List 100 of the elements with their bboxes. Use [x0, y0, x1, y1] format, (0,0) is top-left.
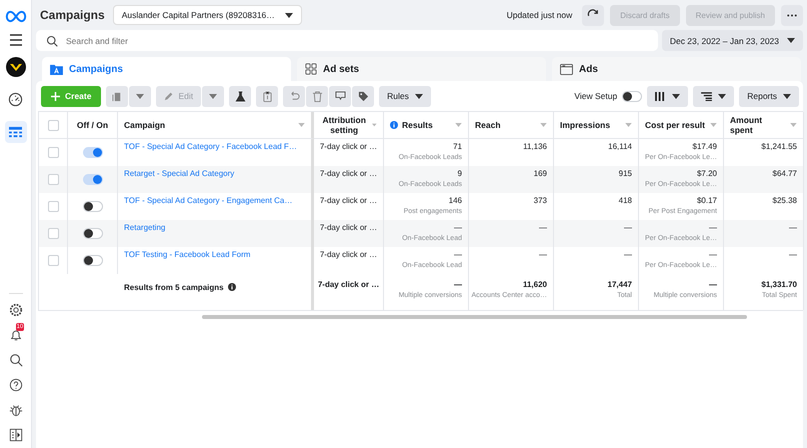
- column-header[interactable]: Reach: [469, 112, 554, 139]
- search-icon: [46, 35, 58, 47]
- caret-icon: [284, 12, 293, 18]
- column-header[interactable]: Impressions: [554, 112, 639, 139]
- update-status: Updated just now: [506, 10, 572, 20]
- table-cell: —: [454, 223, 462, 232]
- scrollbar-thumb[interactable]: [202, 315, 747, 319]
- table-cell: 7-day click or …: [320, 142, 378, 151]
- table-icon: [8, 126, 23, 138]
- row-checkbox[interactable]: [48, 228, 58, 239]
- tab[interactable]: Ads: [552, 57, 801, 81]
- window-icon: [560, 64, 573, 74]
- column-header[interactable]: Attribution setting: [314, 112, 384, 139]
- pencil-icon: [164, 91, 174, 101]
- table-cell: $1,331.70: [761, 280, 797, 289]
- table-cell: 9: [458, 169, 462, 178]
- logo-avatar-icon[interactable]: [6, 57, 26, 77]
- table-cell: 169: [534, 169, 547, 178]
- table-cell: 373: [534, 196, 547, 205]
- flask-icon: [234, 90, 246, 102]
- clipboard-button[interactable]: [256, 86, 278, 106]
- columns-icon: [655, 92, 666, 100]
- rules-button[interactable]: Rules: [379, 86, 431, 106]
- more-icon: [787, 14, 797, 16]
- campaign-link[interactable]: TOF Testing - Facebook Lead Form: [124, 250, 250, 259]
- campaign-toggle[interactable]: [82, 201, 102, 212]
- gauge-icon: [8, 92, 23, 106]
- account-dropdown[interactable]: Auslander Capital Partners (89208316…: [112, 5, 302, 25]
- delete-button[interactable]: [306, 86, 328, 106]
- table-cell: —: [454, 280, 462, 289]
- column-header[interactable]: Cost per result: [639, 112, 724, 139]
- tag-icon: [358, 90, 369, 102]
- column-header[interactable]: Off / On: [68, 112, 118, 139]
- duplicate-button[interactable]: [106, 86, 128, 106]
- row-checkbox[interactable]: [48, 255, 58, 266]
- table-cell: —: [454, 250, 462, 259]
- help-icon[interactable]: [8, 378, 22, 392]
- caret-icon: [136, 94, 144, 98]
- folder-icon: [50, 64, 63, 74]
- tag-button[interactable]: [352, 86, 374, 106]
- sort-caret-icon: [455, 123, 462, 127]
- table-cell: $0.17: [696, 196, 717, 205]
- campaign-toggle[interactable]: [82, 255, 102, 266]
- sort-caret-icon: [710, 123, 717, 127]
- dropdown-button[interactable]: [129, 86, 152, 106]
- campaign-toggle[interactable]: [82, 228, 102, 239]
- sort-caret-icon: [790, 123, 797, 127]
- breakdown-icon: [701, 92, 712, 100]
- settings-icon[interactable]: [8, 303, 22, 317]
- table-cell: 11,136: [523, 142, 547, 151]
- search-field[interactable]: Search and filter: [36, 30, 658, 51]
- table-cell: 915: [618, 169, 632, 178]
- select-all-checkbox[interactable]: [48, 120, 58, 130]
- column-header[interactable]: Campaign: [118, 112, 314, 139]
- page-title: Campaigns: [40, 8, 105, 22]
- campaign-link[interactable]: TOF - Special Ad Category - Facebook Lead F…: [124, 142, 297, 151]
- infinity-logo-icon[interactable]: [4, 10, 26, 23]
- date-range-picker[interactable]: Dec 23, 2022 – Jan 23, 2023: [662, 30, 803, 51]
- campaign-link[interactable]: Retarget - Special Ad Category: [124, 169, 234, 178]
- summary-label: Results from 5 campaigns: [124, 282, 224, 292]
- caret-icon: [787, 38, 795, 43]
- campaign-link[interactable]: TOF - Special Ad Category - Engagement Ca…: [124, 196, 292, 205]
- breakdown-button[interactable]: [693, 86, 734, 106]
- row-checkbox[interactable]: [48, 201, 58, 212]
- table-cell: 71: [453, 142, 462, 151]
- table-cell: 7-day click or …: [318, 280, 380, 289]
- table-cell: 11,620: [522, 280, 547, 289]
- table-cell: —: [709, 223, 717, 232]
- flask-button[interactable]: [229, 86, 252, 106]
- dropdown-button[interactable]: [202, 86, 224, 106]
- column-header[interactable]: Results: [384, 112, 469, 139]
- row-checkbox[interactable]: [48, 147, 58, 158]
- preview-button[interactable]: [329, 86, 352, 106]
- reports-button[interactable]: Reports: [739, 86, 799, 106]
- info-icon: [228, 283, 236, 291]
- table-cell: 7-day click or …: [320, 223, 378, 232]
- sort-caret-icon: [298, 123, 305, 127]
- tab[interactable]: Campaigns: [42, 57, 291, 81]
- table-cell: $17.49: [692, 142, 717, 151]
- tab[interactable]: Ad sets: [297, 57, 546, 81]
- column-header[interactable]: Amount spent: [724, 112, 804, 139]
- campaign-link[interactable]: Retargeting: [124, 223, 166, 232]
- view-setup-toggle[interactable]: [622, 90, 642, 102]
- campaign-toggle[interactable]: [82, 147, 102, 158]
- search-icon[interactable]: [8, 353, 22, 367]
- nav-item[interactable]: [4, 121, 26, 143]
- bell-icon[interactable]: [8, 328, 22, 342]
- refresh-button[interactable]: [582, 4, 604, 26]
- sort-caret-icon: [372, 123, 377, 127]
- undo-button[interactable]: [283, 86, 306, 106]
- bug-icon[interactable]: [8, 403, 22, 417]
- table-cell: 7-day click or …: [320, 196, 378, 205]
- campaign-toggle[interactable]: [82, 174, 102, 185]
- row-checkbox[interactable]: [48, 174, 58, 185]
- columns-button[interactable]: [647, 86, 688, 106]
- table-cell: $25.38: [772, 196, 797, 205]
- menu-icon[interactable]: [8, 34, 22, 46]
- table-cell: 16,114: [608, 142, 632, 151]
- panel-icon[interactable]: [8, 428, 22, 442]
- preview-icon: [334, 90, 346, 102]
